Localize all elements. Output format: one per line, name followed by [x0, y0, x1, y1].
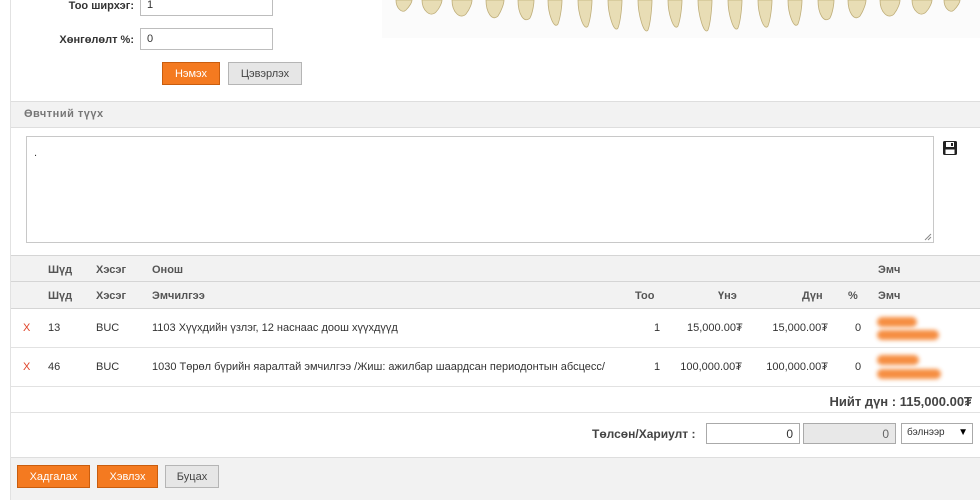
- col-treatment: Эмчилгээ: [152, 290, 205, 302]
- back-button[interactable]: Буцах: [165, 465, 219, 488]
- amount: 15,000.00₮: [772, 322, 828, 334]
- percent: 0: [855, 361, 862, 373]
- doctor-name-redacted: [877, 369, 941, 379]
- teeth-chart[interactable]: [382, 0, 980, 38]
- discount-input[interactable]: [140, 28, 273, 50]
- payment-method-select[interactable]: бэлнээр ▼: [901, 423, 973, 444]
- print-button[interactable]: Хэвлэх: [97, 465, 158, 488]
- payment-label: Төлсөн/Хариулт :: [592, 427, 696, 441]
- tooth-part: BUC: [96, 361, 120, 373]
- price: 15,000.00₮: [687, 322, 743, 334]
- add-button[interactable]: Нэмэх: [162, 62, 220, 85]
- dropdown-arrow-icon: ▼: [958, 427, 968, 438]
- history-section-bar: [11, 101, 980, 128]
- quantity: 1: [654, 322, 661, 334]
- quantity-input[interactable]: [140, 0, 273, 16]
- total-amount: Нийт дүн : 115,000.00₮: [829, 394, 972, 409]
- floppy-save-icon[interactable]: [942, 140, 958, 156]
- discount-label: Хөнгөлөлт %:: [59, 34, 134, 46]
- col-tooth: Шүд: [48, 264, 73, 276]
- history-title: Өвчтний түүх: [24, 108, 104, 120]
- col-part: Хэсэг: [96, 264, 127, 276]
- delete-row-button[interactable]: X: [23, 361, 30, 373]
- history-text: .: [34, 147, 38, 159]
- percent: 0: [855, 322, 862, 334]
- tooth-part: BUC: [96, 322, 120, 334]
- col-price: Үнэ: [718, 290, 737, 302]
- tooth-number: 46: [48, 361, 61, 373]
- left-border: [10, 0, 11, 500]
- change-input: [803, 423, 896, 444]
- col-doctor: Эмч: [878, 264, 901, 276]
- save-button[interactable]: Хадгалах: [17, 465, 90, 488]
- col-diagnosis: Онош: [152, 264, 184, 276]
- tooth-number: 13: [48, 322, 61, 334]
- price: 100,000.00₮: [680, 361, 742, 373]
- resize-grip-icon[interactable]: [924, 233, 932, 241]
- doctor-name-redacted: [877, 330, 939, 340]
- col-doctor: Эмч: [878, 290, 901, 302]
- doctor-name-redacted: [877, 317, 917, 327]
- quantity: 1: [654, 361, 661, 373]
- amount: 100,000.00₮: [766, 361, 828, 373]
- clear-button[interactable]: Цэвэрлэх: [228, 62, 302, 85]
- table-row: X 46 BUC 1030 Төрөл бүрийн яаралтай эмчи…: [11, 348, 980, 387]
- treatment-name: 1030 Төрөл бүрийн яаралтай эмчилгээ /Жиш…: [152, 361, 605, 373]
- col-percent: %: [848, 290, 858, 302]
- history-textarea[interactable]: .: [26, 136, 934, 243]
- paid-input[interactable]: [706, 423, 800, 444]
- quantity-label: Тоо ширхэг:: [68, 0, 134, 12]
- delete-row-button[interactable]: X: [23, 322, 30, 334]
- col-qty: Тоо: [635, 290, 655, 302]
- doctor-name-redacted: [877, 355, 919, 365]
- col-amount: Дүн: [802, 290, 823, 302]
- treatment-name: 1103 Хүүхдийн үзлэг, 12 наснаас доош хүү…: [152, 322, 398, 334]
- diagnosis-header-row: Шүд Хэсэг Онош Эмч: [11, 255, 980, 282]
- col-part: Хэсэг: [96, 290, 127, 302]
- table-row: X 13 BUC 1103 Хүүхдийн үзлэг, 12 наснаас…: [11, 309, 980, 348]
- treatment-header-row: Шүд Хэсэг Эмчилгээ Тоо Үнэ Дүн % Эмч: [11, 282, 980, 309]
- col-tooth: Шүд: [48, 290, 73, 302]
- payment-method-value: бэлнээр: [907, 427, 945, 438]
